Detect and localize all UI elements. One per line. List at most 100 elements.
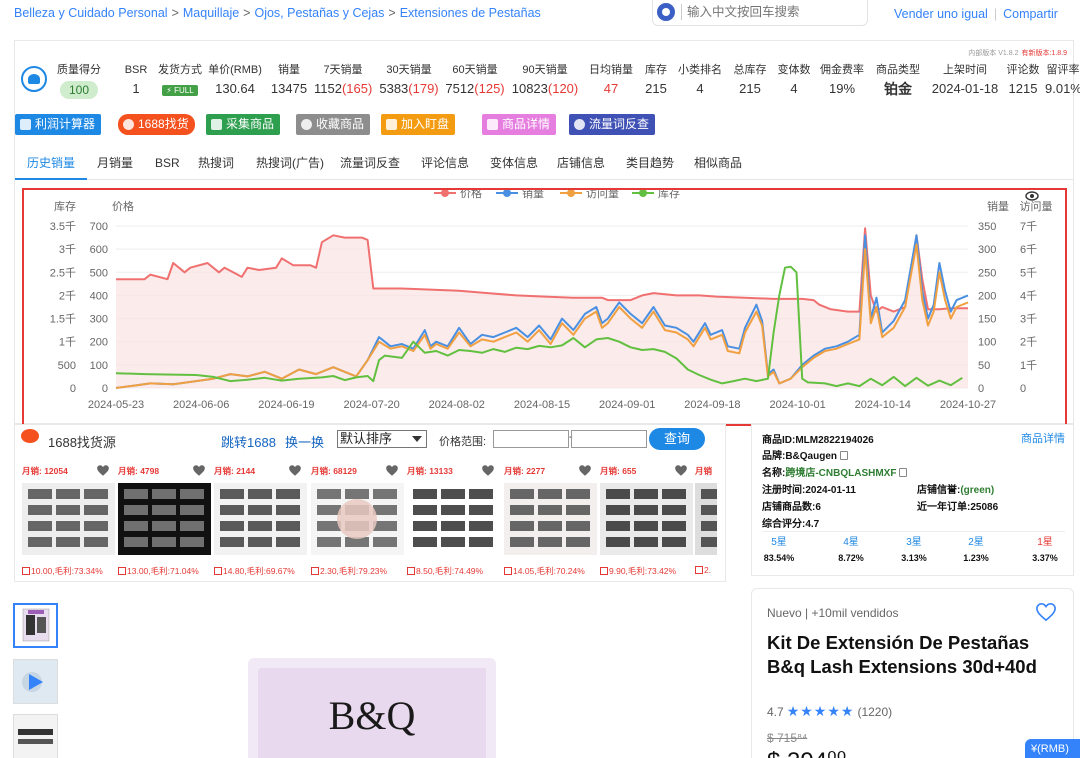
query-button[interactable]: 查询 [649, 428, 705, 450]
tab-monthly-sales[interactable]: 月销量 [85, 150, 145, 180]
refresh-link[interactable]: 换一换 [285, 432, 324, 451]
jump-1688-link[interactable]: 跳转1688 [221, 432, 276, 451]
sort-select[interactable]: 默认排序 [337, 430, 427, 448]
currency-badge[interactable]: ¥(RMB) [1025, 739, 1080, 758]
breadcrumb-item-lash-extensions[interactable]: Extensiones de Pestañas [400, 6, 541, 20]
product-detail-link[interactable]: 商品详情 [1021, 430, 1065, 446]
sell-similar-link[interactable]: Vender uno igual [894, 7, 988, 21]
full-badge: ⚡ FULL [162, 85, 198, 96]
metric-label: 留评率 [1046, 64, 1080, 76]
product-thumbnail[interactable] [118, 483, 211, 555]
tab-category-trend[interactable]: 类目趋势 [614, 150, 686, 180]
visits-axis-tick-label: 1千 [1020, 359, 1037, 372]
product-price-margin: 2.30,毛利:79.23% [311, 565, 387, 577]
product-thumbnail[interactable] [311, 483, 404, 555]
tab-similar-products[interactable]: 相似商品 [682, 150, 754, 180]
eye-icon[interactable] [1025, 191, 1039, 201]
version-update-link[interactable]: 有新版本:1.8.9 [1021, 50, 1067, 57]
shop-product-count: 店铺商品数:6 [762, 502, 821, 513]
metric-value: 9.01% [1045, 81, 1080, 96]
breadcrumb-item-eyes[interactable]: Ojos, Pestañas y Cejas [254, 6, 384, 20]
breadcrumb-separator: > [388, 6, 396, 20]
gallery-thumb-video[interactable] [13, 659, 58, 704]
product-thumbnail[interactable] [22, 483, 115, 555]
tab-bsr[interactable]: BSR [143, 150, 192, 180]
gallery-thumb-3[interactable] [13, 714, 58, 758]
visits-axis-tick-label: 3千 [1020, 313, 1037, 326]
legend-label-stock: 库存 [658, 190, 680, 200]
main-product-image[interactable]: B&Q [248, 658, 496, 758]
legend-dot-visits [567, 190, 575, 197]
find-1688-button[interactable]: 1688找货 [118, 114, 195, 135]
favorite-heart-icon[interactable] [1035, 602, 1057, 622]
sales-axis-tick-label: 350 [978, 221, 996, 233]
legend-label-visits: 访问量 [586, 190, 619, 200]
sales-history-chart: 3.5千 3千 2.5千 2千 1.5千 1千 500 0 700 600 500 400 300 200… [22, 188, 1067, 426]
x-tick-label: 2024-08-02 [429, 399, 485, 411]
plugin-logo-icon [657, 3, 675, 21]
metric-listing-date: 上架时间 2024-01-18 [931, 63, 999, 97]
product-rating[interactable]: 4.7 ★★★★★ (1220) [767, 703, 892, 720]
breadcrumb-item-makeup[interactable]: Maquillaje [183, 6, 239, 20]
tab-traffic-keywords[interactable]: 流量词反查 [328, 150, 412, 180]
favorite-heart-icon[interactable] [385, 464, 399, 477]
breadcrumb-item-beauty[interactable]: Belleza y Cuidado Personal [14, 6, 168, 20]
legend-dot-stock [639, 190, 647, 197]
tab-hot-keywords[interactable]: 热搜词 [186, 150, 246, 180]
product-price-margin: 14.80,毛利:69.67% [214, 565, 295, 577]
traffic-keyword-button[interactable]: 流量词反查 [569, 114, 656, 135]
metric-label: 评论数 [1006, 64, 1040, 76]
top-links: Vender uno igual | Compartir [894, 7, 1058, 21]
x-tick-label: 2024-05-23 [88, 399, 144, 411]
product-thumbnail[interactable] [214, 483, 307, 555]
tab-variant-info[interactable]: 变体信息 [478, 150, 550, 180]
shop-name-link[interactable]: 跨境店-CNBQLASHMXF [785, 468, 896, 479]
buy-box: Nuevo | +10mil vendidos Kit De Extensión… [751, 588, 1074, 758]
search-input[interactable] [687, 2, 863, 22]
favorite-heart-icon[interactable] [192, 464, 206, 477]
shop-credit: 店铺信誉:(green) [917, 485, 995, 496]
metric-label: 销量 [278, 64, 300, 76]
price-axis-tick-label: 500 [90, 267, 108, 279]
gallery-thumb-1[interactable] [13, 603, 58, 648]
collect-product-button[interactable]: 采集商品 [206, 114, 281, 135]
product-detail-button[interactable]: 商品详情 [482, 114, 557, 135]
product-thumbnail[interactable] [695, 483, 717, 555]
copy-icon[interactable] [899, 468, 908, 477]
favorite-heart-icon[interactable] [674, 464, 688, 477]
profit-calculator-button[interactable]: 利润计算器 [15, 114, 102, 135]
price-axis-title: 价格 [112, 199, 134, 213]
tab-review-info[interactable]: 评论信息 [409, 150, 481, 180]
copy-icon[interactable] [840, 451, 848, 460]
favorite-heart-icon[interactable] [288, 464, 302, 477]
legend-dot-sales [503, 190, 511, 197]
metric-bsr: BSR 1 [121, 63, 151, 97]
favorite-heart-icon[interactable] [96, 464, 110, 477]
metric-subcategory-rank: 小类排名 4 [677, 63, 723, 97]
tab-shop-info[interactable]: 店铺信息 [545, 150, 617, 180]
visits-axis-tick-label: 2千 [1020, 336, 1037, 349]
metric-value: 4 [696, 81, 704, 96]
metric-label: 小类排名 [678, 64, 722, 76]
product-monthly-sales: 月销: 2277 [504, 466, 546, 476]
favorite-heart-icon[interactable] [481, 464, 495, 477]
add-watchlist-button[interactable]: 加入盯盘 [381, 114, 456, 135]
price-min-input[interactable] [493, 430, 569, 448]
tab-sales-history[interactable]: 历史销量 [15, 150, 88, 180]
product-title: Kit De Extensión De Pestañas B&q Lash Ex… [767, 632, 1037, 677]
metric-value: 2024-01-18 [931, 81, 999, 96]
divider [762, 531, 1065, 532]
x-tick-label: 2024-06-19 [258, 399, 314, 411]
product-thumbnail[interactable] [504, 483, 597, 555]
favorite-heart-icon[interactable] [578, 464, 592, 477]
tab-hot-keywords-ads[interactable]: 热搜词(广告) [244, 150, 336, 180]
price-max-input[interactable] [571, 430, 647, 448]
visits-axis-tick-label: 5千 [1020, 266, 1037, 279]
calculator-icon [20, 119, 31, 130]
favorite-product-button[interactable]: 收藏商品 [296, 114, 371, 135]
product-thumbnail[interactable] [407, 483, 500, 555]
metric-label: 总库存 [733, 64, 767, 76]
share-link[interactable]: Compartir [1003, 7, 1058, 21]
legend-label-sales: 销量 [522, 190, 544, 200]
product-thumbnail[interactable] [600, 483, 693, 555]
